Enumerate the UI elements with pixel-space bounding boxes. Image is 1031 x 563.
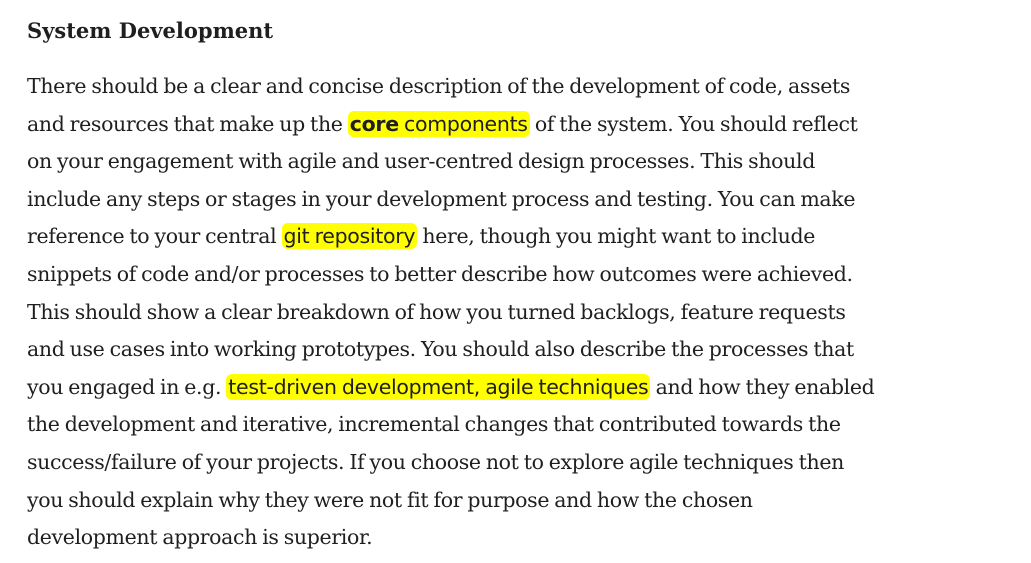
section-paragraph: There should be a clear and concise desc…: [27, 68, 1011, 557]
highlight-bold-text: core: [349, 111, 399, 136]
text-run: include any steps or stages in your deve…: [27, 186, 856, 211]
paragraph-line: on your engagement with agile and user-c…: [27, 143, 1011, 181]
text-run: of the system. You should reflect: [529, 111, 858, 136]
highlight-text: components: [398, 111, 528, 136]
text-run: There should be a clear and concise desc…: [27, 74, 851, 98]
text-run: This should show a clear breakdown of ho…: [27, 299, 846, 324]
text-run: development approach is superior.: [27, 525, 373, 550]
document-page: System Development There should be a cle…: [0, 0, 1031, 563]
highlight-core-components: core components: [347, 110, 530, 137]
text-run: and use cases into working prototypes. Y…: [27, 337, 854, 362]
paragraph-line: include any steps or stages in your deve…: [27, 181, 1011, 219]
paragraph-line: reference to your central git repository…: [27, 218, 1011, 256]
paragraph-line: This should show a clear breakdown of ho…: [27, 294, 1011, 332]
paragraph-line: and resources that make up the core comp…: [27, 106, 1011, 144]
highlight-git-repository: git repository: [281, 223, 418, 250]
text-run: you should explain why they were not fit…: [27, 487, 753, 512]
text-run: on your engagement with agile and user-c…: [27, 149, 815, 174]
text-run: snippets of code and/or processes to bet…: [27, 261, 853, 286]
text-run: here, though you might want to include: [417, 224, 816, 249]
paragraph-line: the development and iterative, increment…: [27, 406, 1011, 444]
paragraph-line: you engaged in e.g. test-driven developm…: [27, 369, 1011, 407]
text-run: success/failure of your projects. If you…: [27, 449, 844, 474]
text-run: you engaged in e.g.: [27, 374, 227, 399]
text-run: and how they enabled: [650, 374, 875, 399]
paragraph-line: you should explain why they were not fit…: [27, 482, 1011, 520]
paragraph-line: success/failure of your projects. If you…: [27, 444, 1011, 482]
highlight-test-driven-development: test-driven development, agile technique…: [226, 373, 651, 400]
paragraph-line: and use cases into working prototypes. Y…: [27, 331, 1011, 369]
text-run: reference to your central: [27, 224, 282, 249]
paragraph-line: There should be a clear and concise desc…: [27, 68, 1011, 106]
text-run: and resources that make up the: [27, 111, 348, 136]
paragraph-line: development approach is superior.: [27, 519, 1011, 557]
paragraph-line: snippets of code and/or processes to bet…: [27, 256, 1011, 294]
section-heading: System Development: [27, 18, 274, 43]
text-run: the development and iterative, increment…: [27, 412, 841, 437]
